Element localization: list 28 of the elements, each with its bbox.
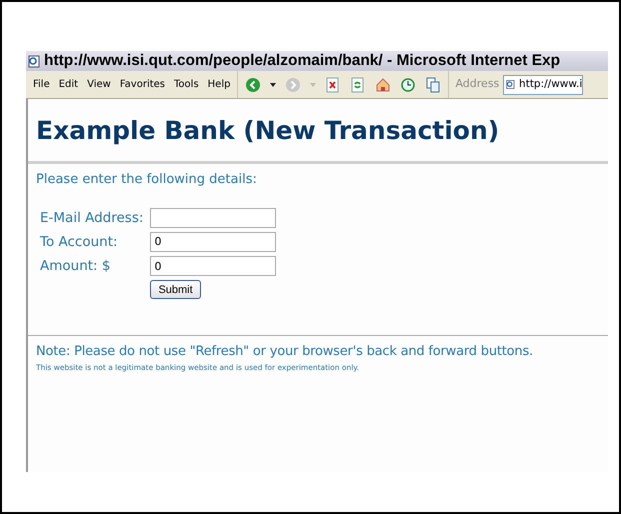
- menu-item[interactable]: Edit: [58, 77, 78, 92]
- stop-icon[interactable]: [325, 76, 342, 92]
- input-field[interactable]: [150, 208, 276, 228]
- refresh-icon[interactable]: [350, 76, 366, 92]
- address-field[interactable]: http://www.i: [503, 74, 584, 94]
- caret-icon[interactable]: [270, 82, 276, 86]
- menu-item[interactable]: Favorites: [120, 77, 166, 92]
- field-label: To Account:: [40, 232, 119, 252]
- page-icon: [506, 78, 516, 91]
- back-icon[interactable]: [245, 76, 262, 92]
- field-label: Amount: $: [40, 257, 112, 276]
- window-title: http://www.isi.qut.com/people/alzomaim/bank/ - Microsoft Internet Exp: [44, 51, 560, 71]
- submit-button[interactable]: Submit: [150, 280, 201, 300]
- history-icon[interactable]: [400, 76, 416, 92]
- input-field[interactable]: 0: [150, 232, 276, 252]
- pages-icon[interactable]: [425, 76, 442, 92]
- menu-item[interactable]: File: [33, 77, 50, 92]
- input-field[interactable]: 0: [150, 256, 276, 276]
- page-icon: [28, 54, 40, 68]
- field-label: E-Mail Address:: [40, 208, 144, 228]
- menu-item[interactable]: Tools: [174, 77, 199, 92]
- page-heading: Example Bank (New Transaction): [36, 115, 500, 147]
- home-icon[interactable]: [375, 76, 392, 92]
- menu-item[interactable]: Help: [208, 77, 230, 92]
- intro-text: Please enter the following details:: [36, 171, 258, 189]
- note-text: Note: Please do not use "Refresh" or your browser's back and forward buttons.: [36, 343, 534, 362]
- menu-item[interactable]: View: [87, 77, 111, 92]
- address-label: Address: [455, 76, 500, 92]
